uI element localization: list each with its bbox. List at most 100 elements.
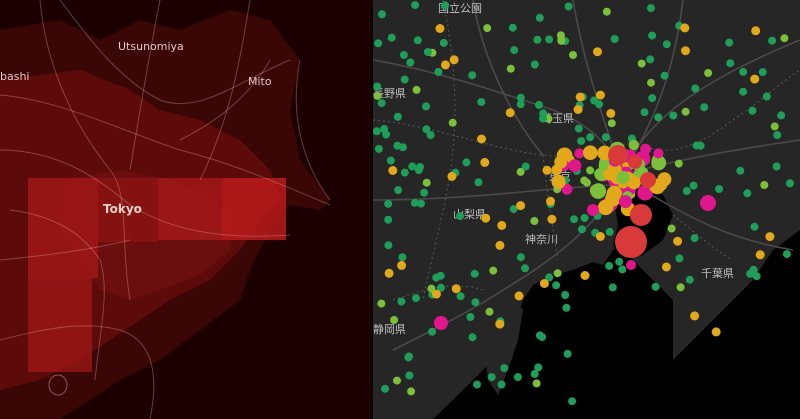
data-point	[514, 291, 524, 301]
data-point	[381, 384, 390, 393]
data-point	[577, 137, 586, 145]
data-point	[552, 281, 561, 290]
data-point	[739, 67, 748, 76]
data-point	[618, 265, 627, 274]
data-point	[640, 108, 649, 117]
data-point	[386, 156, 395, 165]
data-point	[586, 166, 595, 175]
data-point	[568, 397, 577, 406]
right-map-panel[interactable]: 国立公園 長野県 埼玉県 東京 山梨県 神奈川 千葉県 静岡県	[373, 0, 800, 419]
data-point	[561, 291, 570, 299]
data-point	[685, 275, 694, 284]
data-point	[574, 148, 585, 159]
data-point	[400, 75, 409, 84]
data-point	[739, 87, 748, 96]
data-point	[573, 105, 583, 114]
data-point	[432, 273, 441, 282]
data-point	[508, 23, 517, 32]
data-point	[388, 166, 398, 175]
data-point	[569, 51, 577, 59]
data-point	[505, 108, 515, 118]
data-point	[587, 204, 599, 216]
data-point	[441, 1, 450, 10]
data-point	[601, 133, 610, 142]
data-point	[564, 2, 573, 11]
data-point	[468, 71, 477, 80]
data-point	[628, 139, 640, 151]
data-point	[700, 195, 716, 211]
data-point	[676, 283, 685, 292]
data-point	[656, 179, 668, 191]
data-point	[682, 187, 691, 195]
data-point	[681, 107, 690, 116]
data-point	[434, 68, 443, 76]
data-point	[582, 178, 591, 187]
data-point	[758, 68, 767, 77]
data-point	[420, 188, 429, 197]
data-point	[440, 60, 450, 70]
data-point	[580, 271, 590, 280]
data-point	[626, 260, 636, 270]
data-point	[690, 311, 700, 321]
data-point	[669, 111, 678, 120]
data-point	[736, 166, 745, 175]
data-point	[608, 283, 617, 292]
data-point	[447, 171, 457, 181]
grid-cell	[222, 178, 286, 240]
data-point	[595, 90, 605, 100]
data-point	[495, 319, 505, 329]
data-point	[500, 364, 509, 373]
data-point	[399, 51, 408, 59]
data-point	[640, 143, 652, 155]
data-point	[377, 299, 386, 308]
data-point	[546, 196, 555, 206]
data-point	[553, 269, 562, 278]
data-point	[431, 289, 441, 299]
data-point	[384, 241, 393, 250]
data-point	[451, 284, 461, 294]
data-point	[516, 253, 525, 262]
data-point	[497, 220, 507, 230]
data-point	[407, 387, 416, 396]
data-point	[648, 31, 657, 40]
data-point	[755, 250, 765, 260]
data-point	[535, 100, 543, 109]
data-point	[470, 269, 479, 278]
data-point	[618, 195, 632, 209]
data-point	[533, 35, 542, 44]
data-point	[610, 35, 619, 43]
data-point-large	[608, 145, 628, 165]
grid-cell	[28, 278, 92, 372]
data-point	[487, 373, 496, 382]
left-map-panel[interactable]: bashi Utsunomiya Mito Tokyo	[0, 0, 373, 419]
data-point	[373, 91, 382, 100]
data-point	[570, 215, 578, 224]
data-point	[574, 124, 583, 133]
data-point	[603, 169, 615, 181]
data-point	[725, 38, 734, 47]
data-point	[637, 59, 646, 68]
city-label-mito: Mito	[248, 75, 272, 88]
data-point	[406, 58, 415, 67]
data-point	[654, 113, 663, 122]
data-point	[380, 124, 389, 133]
data-point	[373, 82, 382, 91]
data-point	[680, 23, 690, 33]
data-point	[782, 250, 791, 259]
data-point	[521, 264, 529, 273]
data-point	[607, 119, 616, 128]
data-point	[448, 118, 457, 127]
data-point	[483, 24, 492, 33]
data-point	[557, 35, 566, 44]
data-point	[673, 236, 683, 246]
data-point	[786, 179, 794, 188]
data-point	[428, 327, 437, 336]
left-map-canvas: bashi Utsunomiya Mito Tokyo	[0, 0, 373, 419]
data-point	[410, 198, 419, 207]
data-point	[506, 64, 515, 73]
data-point	[412, 85, 421, 94]
data-point	[646, 55, 655, 64]
data-point	[485, 307, 494, 316]
right-map-canvas: 国立公園 長野県 埼玉県 東京 山梨県 神奈川 千葉県 静岡県	[373, 0, 800, 419]
data-point	[605, 227, 614, 236]
